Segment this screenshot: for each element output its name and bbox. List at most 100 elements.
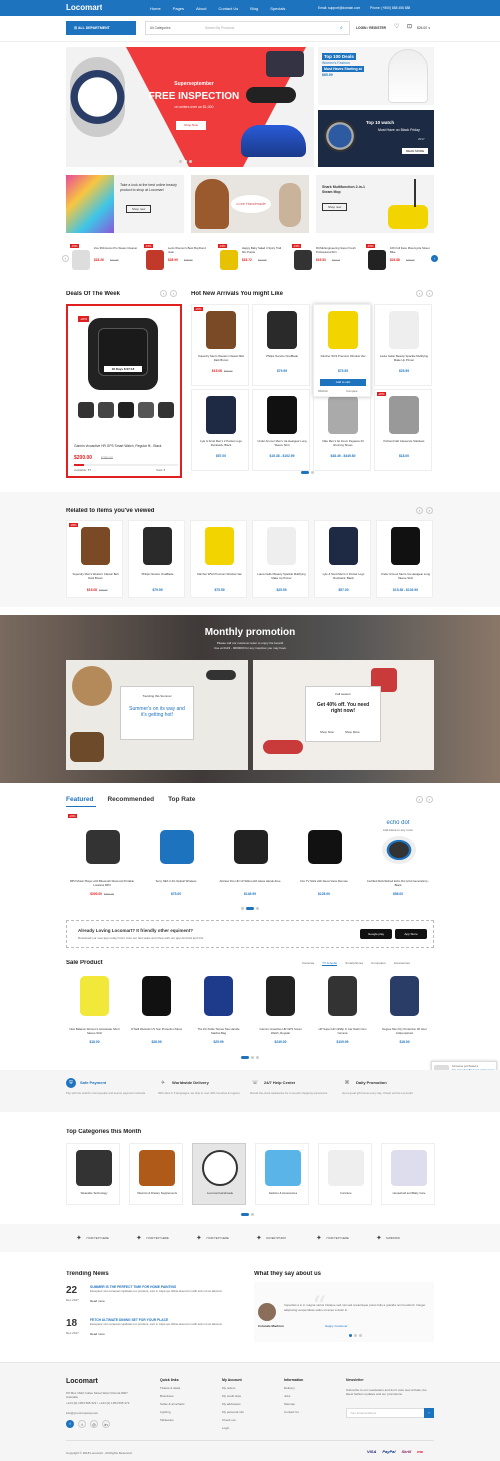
product-name[interactable]: Nike Men's Air Zoom Pegasus 33 Running S…: [317, 439, 369, 447]
category-name[interactable]: Household and Baby Care: [384, 1191, 434, 1196]
add-to-cart-button[interactable]: Add to cart: [320, 379, 366, 386]
strip-product-name[interactable]: 106 Full Face Motorcycle Street Bike: [390, 246, 434, 254]
strip-product[interactable]: -15% Zoo 360-Home Pro Steam Cleaner $18.…: [70, 244, 140, 274]
sale-product-card[interactable]: The Fix Petite Teresa Tote Handle Satche…: [190, 972, 247, 1050]
promo-beauty[interactable]: Take a look at the best online beauty pr…: [66, 175, 184, 233]
strip-product[interactable]: -15% 106 Full Face Motorcycle Street Bik…: [366, 244, 436, 274]
side-banner-bottom[interactable]: Top 10 watch Must Have on Black Friday 2…: [318, 110, 434, 167]
product-name[interactable]: Degree Men Dry Protection 48 Hour Antipe…: [379, 1027, 430, 1035]
product-name[interactable]: O'Neill Wetsuits UV Sun Protection Mens: [131, 1027, 182, 1032]
nav-pages[interactable]: Pages: [173, 6, 184, 11]
product-name[interactable]: Superdry Men's Western Classic Belt Dark…: [70, 572, 121, 580]
deals-thumb-2[interactable]: [98, 402, 114, 418]
monthly-card-fall[interactable]: Fall season Get 40% off. You need right …: [253, 660, 434, 770]
tab-top-rate[interactable]: Top Rate: [168, 796, 195, 803]
related-product-card[interactable]: Laura Geller Beauty Spackle Multifying M…: [252, 520, 309, 598]
strip-product-name[interactable]: RUSE Engineering Super Fresh Professiona…: [316, 246, 360, 254]
footer-link[interactable]: Jobs: [284, 1392, 303, 1400]
category-card[interactable]: Furniture: [318, 1143, 372, 1205]
cart-total[interactable]: $26.00 ∨: [417, 26, 430, 30]
brand-logo[interactable]: ✦ OLIVER STUDIO: [256, 1232, 306, 1246]
featured-product-card[interactable]: All-New Fire HD 10 Tablet with Alexa Han…: [214, 814, 286, 900]
related-product-card[interactable]: Under Armour Men's Ua Heatgear Long Slee…: [376, 520, 433, 598]
department-button[interactable]: ☰ ALL DEPARTMENT: [66, 21, 136, 35]
tab-recommended[interactable]: Recommended: [107, 796, 154, 803]
sale-product-card[interactable]: New Balance Women's Accelerate Short Sle…: [66, 972, 123, 1050]
facebook-icon[interactable]: f: [66, 1420, 74, 1428]
sale-dots[interactable]: [240, 1055, 260, 1060]
product-card[interactable]: Kärcher WV2 Premium Window Vac $75.59 Ad…: [313, 304, 371, 397]
category-name[interactable]: Furniture: [321, 1191, 371, 1196]
nav-home[interactable]: Home: [150, 6, 161, 11]
strip-product[interactable]: -15% Levis Women's Best Boyfriend Jean $…: [144, 244, 214, 274]
sale-tab-tv-audio[interactable]: TV & Audio: [322, 961, 338, 966]
featured-product-card[interactable]: Fire TV Stick with Alexa Voice Remote $1…: [288, 814, 360, 900]
related-next-arrow[interactable]: ›: [426, 507, 433, 514]
featured-product-card[interactable]: echo dot Add Alexa to any room Certified…: [362, 814, 434, 900]
product-name[interactable]: Fire TV Stick with Alexa Voice Remote: [291, 879, 357, 884]
product-name[interactable]: Sony NEX 2.4G Optical Wireless: [143, 879, 209, 884]
product-name[interactable]: All-New Fire HD 10 Tablet with Alexa Han…: [217, 879, 283, 884]
deals-thumb-4[interactable]: [138, 402, 154, 418]
nav-specials[interactable]: Specials: [270, 6, 285, 11]
product-name[interactable]: Garmin vivoactive HR GPS Smart Watch, Re…: [255, 1027, 306, 1035]
testimonial-dots[interactable]: [348, 1333, 363, 1338]
promo-handmade[interactable]: Love Handmade: [191, 175, 309, 233]
footer-link[interactable]: Sitemap: [284, 1400, 303, 1408]
instagram-icon[interactable]: ◎: [90, 1420, 98, 1428]
category-card[interactable]: Vitamins & Dietary Supplements: [129, 1143, 183, 1205]
deals-next-arrow[interactable]: ›: [170, 290, 177, 297]
category-name[interactable]: Wearable Technology: [69, 1191, 119, 1196]
product-name[interactable]: Under Armour Men's Ua Heatgear Long Slee…: [256, 439, 308, 447]
product-name[interactable]: MP3 Music Player with Bluetooth Diamond …: [69, 879, 135, 887]
product-name[interactable]: Lyle & Scott Men's 2 Pocket Logo Rucksac…: [195, 439, 247, 447]
arrivals-prev-arrow[interactable]: ‹: [416, 290, 423, 297]
tab-featured[interactable]: Featured: [66, 796, 93, 803]
product-name[interactable]: Lyle & Scott Men's 2 Pocket Logo Rucksac…: [318, 572, 369, 580]
product-name[interactable]: New Balance Women's Accelerate Short Sle…: [69, 1027, 120, 1035]
footer-link[interactable]: Tableware: [160, 1416, 185, 1424]
search-input[interactable]: Search By Products: [205, 26, 234, 30]
category-name[interactable]: Locomart Handmade: [195, 1191, 245, 1196]
compare-link[interactable]: Compare: [346, 389, 358, 393]
footer-logo[interactable]: Locomart: [66, 1378, 98, 1385]
category-name[interactable]: Vitamins & Dietary Supplements: [132, 1191, 182, 1196]
related-product-card[interactable]: Kärcher WV2 Premium Window Vac $75.59: [190, 520, 247, 598]
footer-link[interactable]: My orders: [222, 1384, 244, 1392]
news-read-more[interactable]: Read more: [90, 1299, 105, 1303]
footer-link[interactable]: My personal info: [222, 1408, 244, 1416]
product-name[interactable]: Kärcher WV2 Premium Window Vac: [194, 572, 245, 577]
product-name[interactable]: HP Super HD 1296p In Car Dash Cam Camera: [317, 1027, 368, 1035]
promo-steam-mop[interactable]: Shark Multifunction 2-in-1 Steam Mop Sho…: [316, 175, 434, 233]
footer-link[interactable]: Contact Us: [284, 1408, 303, 1416]
featured-prev-arrow[interactable]: ‹: [416, 796, 423, 803]
sale-tab-cameras[interactable]: Cameras: [302, 961, 314, 966]
product-name[interactable]: Superdry Men's Western Classic Belt Dark…: [195, 354, 247, 362]
strip-product-name[interactable]: Levis Women's Best Boyfriend Jean: [168, 246, 212, 254]
linkedin-icon[interactable]: in: [102, 1420, 110, 1428]
hero-dots[interactable]: [178, 159, 193, 164]
related-product-card[interactable]: Philips Norelco OneBlade $79.99: [128, 520, 185, 598]
monthly-card-summer[interactable]: Trending this Summer Summer's on its way…: [66, 660, 248, 770]
brand-logo[interactable]: ✦ YOUR TEXT HERE: [316, 1232, 366, 1246]
strip-product[interactable]: -15% Happy Baby Salad 4 Spicy Trail Mix …: [218, 244, 288, 274]
sale-tab-accessories[interactable]: Accessories: [394, 961, 410, 966]
nav-blog[interactable]: Blog: [250, 6, 258, 11]
category-card[interactable]: Household and Baby Care: [381, 1143, 435, 1205]
nav-about[interactable]: About: [196, 6, 206, 11]
side-banner-top[interactable]: Top 100 Deals Women's Fashion Must Haves…: [318, 47, 434, 105]
promo-beauty-button[interactable]: Shop now: [126, 205, 152, 213]
app-store-button[interactable]: App Store: [395, 929, 427, 939]
strip-prev-arrow[interactable]: ‹: [62, 255, 69, 262]
header-phone[interactable]: Phone: (+800) 888 456 888: [370, 6, 410, 10]
wishlist-icon[interactable]: ♡: [394, 23, 399, 30]
deals-thumb-5[interactable]: [158, 402, 174, 418]
product-name[interactable]: The Fix Petite Teresa Tote Handle Satche…: [193, 1027, 244, 1035]
footer-link[interactable]: My addresses: [222, 1400, 244, 1408]
header-email[interactable]: Email: support@domain.com: [318, 6, 360, 10]
sale-product-card[interactable]: Degree Men Dry Protection 48 Hour Antipe…: [376, 972, 433, 1050]
product-card[interactable]: Nike Men's Air Zoom Pegasus 33 Running S…: [313, 389, 371, 471]
brand-logo[interactable]: ✦ YOUR TEXT HERE: [196, 1232, 246, 1246]
arrivals-next-arrow[interactable]: ›: [426, 290, 433, 297]
related-prev-arrow[interactable]: ‹: [416, 507, 423, 514]
